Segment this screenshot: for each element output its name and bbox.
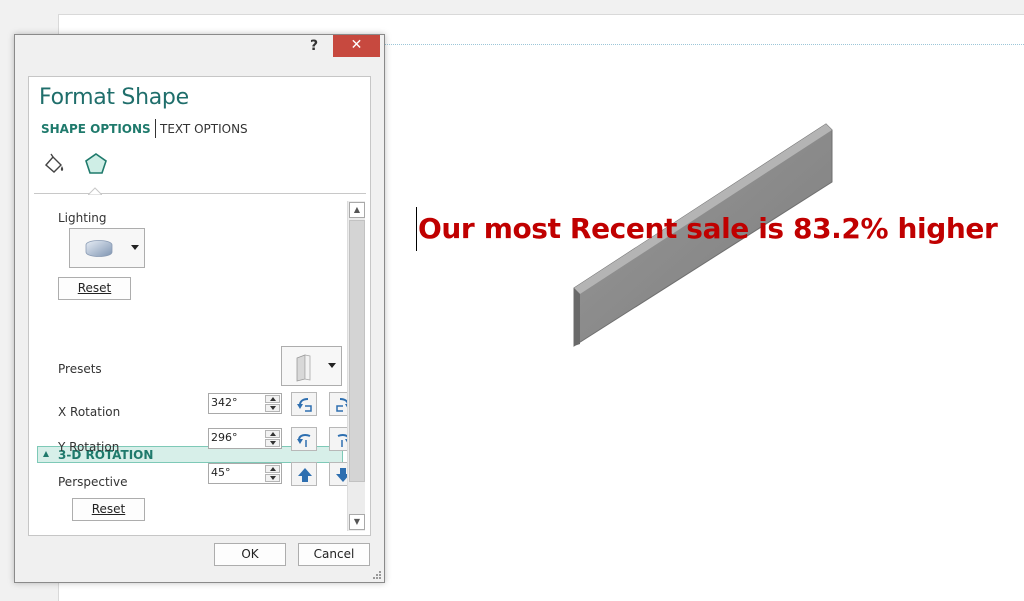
rotation-reset-label: Reset — [91, 502, 126, 516]
y-rotation-spinner[interactable] — [265, 430, 280, 447]
slide-title-text[interactable]: Our most Recent sale is 83.2% higher — [418, 212, 998, 245]
selected-tab-caret — [88, 187, 102, 195]
perspective-increase-button[interactable] — [291, 462, 317, 486]
resize-grip-icon[interactable] — [373, 571, 382, 580]
x-rotation-value: 342° — [211, 396, 238, 409]
x-rotation-input[interactable]: 342° — [208, 393, 282, 414]
help-button[interactable]: ? — [303, 36, 325, 56]
spin-up-icon[interactable] — [265, 395, 280, 403]
x-rotate-left-button[interactable] — [291, 392, 317, 416]
y-rotation-label: Y Rotation — [58, 440, 120, 454]
effects-pentagon-icon[interactable] — [84, 152, 108, 176]
lighting-label: Lighting — [58, 211, 107, 225]
icon-tab-divider — [34, 193, 366, 194]
chevron-down-icon — [328, 363, 336, 368]
slide-guide — [384, 44, 1024, 45]
presets-gallery[interactable] — [281, 346, 342, 386]
tab-divider — [155, 119, 156, 138]
perspective-input[interactable]: 45° — [208, 463, 282, 484]
fill-line-icon[interactable] — [41, 153, 67, 177]
close-button[interactable]: ✕ — [333, 35, 380, 57]
lighting-preview-icon — [85, 240, 113, 257]
tab-shape-options[interactable]: SHAPE OPTIONS — [41, 122, 151, 136]
x-rotation-label: X Rotation — [58, 405, 121, 419]
y-rotate-up-button[interactable] — [291, 427, 317, 451]
y-rotation-input[interactable]: 296° — [208, 428, 282, 449]
format-shape-dialog: ? ✕ Format Shape SHAPE OPTIONS TEXT OPTI… — [14, 34, 385, 583]
ok-button[interactable]: OK — [214, 543, 286, 566]
rotation-reset-button[interactable]: Reset — [72, 498, 145, 521]
presets-label: Presets — [58, 362, 102, 376]
y-rotation-value: 296° — [211, 431, 238, 444]
chevron-down-icon — [131, 245, 139, 250]
format-shape-pane: Format Shape SHAPE OPTIONS TEXT OPTIONS … — [28, 76, 371, 536]
text-cursor — [416, 207, 417, 251]
lighting-reset-label: Reset — [77, 281, 112, 295]
spin-up-icon[interactable] — [265, 465, 280, 473]
spin-down-icon[interactable] — [265, 474, 280, 482]
lighting-reset-button[interactable]: Reset — [58, 277, 131, 300]
cancel-button[interactable]: Cancel — [298, 543, 370, 566]
rotate-left-icon — [297, 398, 312, 412]
collapse-triangle-icon — [43, 451, 49, 457]
lighting-gallery[interactable] — [69, 228, 145, 268]
pane-title: Format Shape — [39, 85, 189, 110]
arrow-up-icon — [298, 468, 312, 482]
spin-down-icon[interactable] — [265, 404, 280, 412]
scroll-thumb[interactable] — [349, 220, 365, 482]
scroll-up-icon[interactable]: ▲ — [349, 202, 365, 218]
perspective-label: Perspective — [58, 475, 128, 489]
spin-down-icon[interactable] — [265, 439, 280, 447]
perspective-value: 45° — [211, 466, 231, 479]
spin-up-icon[interactable] — [265, 430, 280, 438]
x-rotation-spinner[interactable] — [265, 395, 280, 412]
tab-text-options[interactable]: TEXT OPTIONS — [160, 122, 248, 136]
pane-scrollbar[interactable]: ▲ ▼ — [347, 201, 365, 531]
rotate-up-icon — [297, 434, 311, 447]
scroll-down-icon[interactable]: ▼ — [349, 514, 365, 530]
rotation-preset-icon — [296, 354, 311, 382]
perspective-spinner[interactable] — [265, 465, 280, 482]
